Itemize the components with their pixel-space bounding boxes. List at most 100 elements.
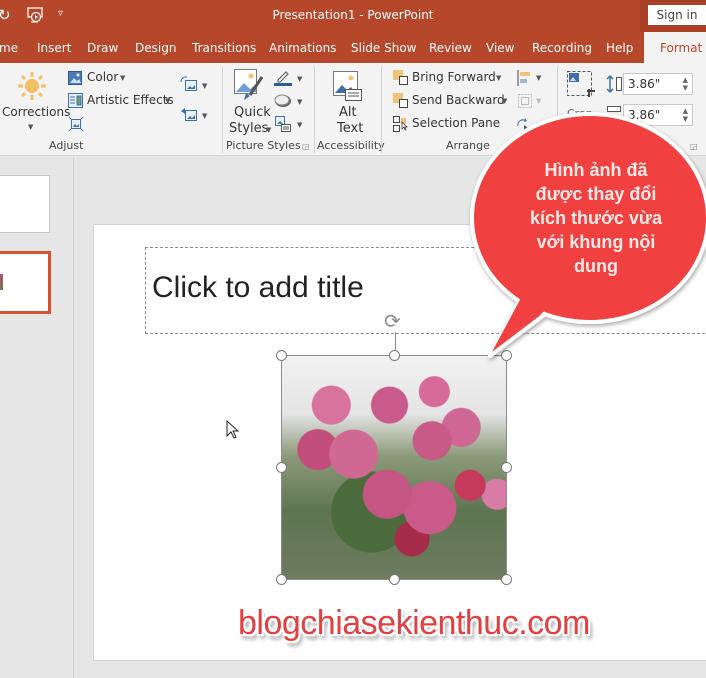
- tab-insert[interactable]: Insert: [37, 41, 71, 55]
- compress-pictures-icon[interactable]: [68, 116, 84, 136]
- resize-handle-bottom-left[interactable]: [276, 574, 287, 585]
- sign-in-button[interactable]: Sign in: [648, 5, 706, 25]
- tab-animations[interactable]: Animations: [269, 41, 336, 55]
- artistic-effects-button[interactable]: Artistic Effects: [87, 93, 174, 107]
- artistic-effects-icon: [68, 93, 83, 112]
- shape-width-icon: [605, 105, 623, 124]
- quick-styles-icon: [234, 69, 264, 105]
- title-bar: ↻ ▿ Presentation1 - PowerPoint Sign in: [0, 0, 706, 32]
- mouse-pointer-icon: [226, 419, 240, 444]
- send-backward-icon: [393, 93, 409, 113]
- color-button[interactable]: Color: [87, 70, 118, 84]
- selection-pane-icon: [393, 116, 409, 136]
- alt-text-icon[interactable]: [333, 71, 363, 107]
- tab-view[interactable]: View: [486, 41, 514, 55]
- tab-format[interactable]: Format: [644, 32, 706, 63]
- corrections-button[interactable]: Corrections: [2, 105, 70, 119]
- shape-height-value: 3.86": [628, 77, 661, 91]
- accessibility-group-label: Accessibility: [317, 139, 385, 152]
- shape-width-spinner[interactable]: ▲ ▼: [683, 107, 688, 123]
- ribbon: Corrections ▼ Color ▼ Artistic Effects ▼…: [0, 63, 706, 156]
- picture-border-dropdown-icon[interactable]: ▼: [297, 75, 302, 83]
- callout-line: Hình ảnh đã: [544, 160, 648, 180]
- resize-handle-bottom-right[interactable]: [501, 574, 512, 585]
- bring-forward-icon: [393, 70, 409, 90]
- slide-thumbnails-pane: [0, 157, 74, 678]
- tab-recording[interactable]: Recording: [532, 41, 592, 55]
- shape-width-value: 3.86": [628, 108, 661, 122]
- quick-styles-button[interactable]: Styles: [229, 121, 268, 136]
- tab-help[interactable]: Help: [606, 41, 633, 55]
- quick-styles-dropdown-icon[interactable]: ▼: [266, 126, 271, 134]
- quick-styles-label-1[interactable]: Quick: [234, 105, 271, 120]
- picture-effects-dropdown-icon[interactable]: ▼: [297, 98, 302, 106]
- resize-handle-top-right[interactable]: [501, 350, 512, 361]
- tab-review[interactable]: Review: [429, 41, 472, 55]
- alt-text-label-1[interactable]: Alt: [339, 105, 357, 120]
- callout-line: được thay đổi: [535, 184, 657, 204]
- resize-handle-top[interactable]: [389, 350, 400, 361]
- send-backward-dropdown-icon[interactable]: ▼: [502, 97, 507, 105]
- group-objects-dropdown-icon[interactable]: ▼: [536, 97, 541, 105]
- callout-line: với khung nội: [536, 232, 656, 252]
- crop-icon[interactable]: [567, 71, 597, 105]
- watermark: blogchiasekienthuc.com: [238, 604, 590, 642]
- slide-thumbnail-1[interactable]: [0, 175, 50, 233]
- picture-border-icon[interactable]: [274, 69, 292, 91]
- rotation-handle-icon[interactable]: ⟳: [384, 311, 401, 331]
- shape-height-input[interactable]: 3.86" ▲ ▼: [623, 73, 693, 95]
- send-backward-button[interactable]: Send Backward: [412, 93, 505, 107]
- ribbon-tabs: me Insert Draw Design Transitions Animat…: [0, 32, 706, 63]
- tab-home[interactable]: me: [0, 41, 18, 55]
- group-objects-icon[interactable]: [517, 93, 533, 113]
- align-icon[interactable]: [517, 70, 533, 90]
- callout-line: dung: [574, 256, 618, 276]
- crop-button[interactable]: Crop: [567, 107, 593, 120]
- tab-draw[interactable]: Draw: [87, 41, 118, 55]
- tab-slide-show[interactable]: Slide Show: [351, 41, 416, 55]
- resize-handle-top-left[interactable]: [276, 350, 287, 361]
- shape-width-input[interactable]: 3.86" ▲ ▼: [623, 104, 693, 126]
- size-dialog-launcher-icon[interactable]: ◲: [690, 142, 698, 151]
- change-picture-icon[interactable]: [180, 76, 198, 96]
- callout-text: Hình ảnh đã được thay đổi kích thước vừa…: [498, 158, 694, 278]
- powerpoint-window: ↻ ▿ Presentation1 - PowerPoint Sign in m…: [0, 0, 706, 678]
- picture-layout-icon[interactable]: [274, 115, 292, 137]
- picture-styles-group-label: Picture Styles: [226, 139, 301, 152]
- rotate-objects-icon[interactable]: [516, 116, 530, 135]
- reset-picture-icon[interactable]: [180, 106, 198, 126]
- picture-styles-dialog-launcher-icon[interactable]: ◲: [302, 142, 310, 151]
- corrections-dropdown-icon[interactable]: ▼: [28, 123, 33, 131]
- adjust-group-label: Adjust: [49, 139, 84, 152]
- callout-line: kích thước vừa: [530, 208, 662, 228]
- group-separator: [314, 67, 315, 153]
- shape-height-spinner[interactable]: ▲ ▼: [683, 76, 688, 92]
- rose-picture[interactable]: [281, 355, 507, 580]
- change-picture-dropdown-icon[interactable]: ▼: [202, 82, 207, 90]
- reset-picture-dropdown-icon[interactable]: ▼: [202, 112, 207, 120]
- resize-handle-bottom[interactable]: [389, 574, 400, 585]
- resize-handle-right[interactable]: [501, 462, 512, 473]
- resize-handle-left[interactable]: [276, 462, 287, 473]
- corrections-icon[interactable]: [17, 71, 47, 105]
- window-title: Presentation1 - PowerPoint: [272, 8, 434, 22]
- slide-thumbnail-2-selected[interactable]: [0, 251, 51, 314]
- thumbnail-picture-preview: [0, 274, 3, 290]
- group-separator: [557, 67, 558, 153]
- shape-height-icon: [605, 74, 623, 97]
- picture-effects-icon[interactable]: [274, 93, 292, 113]
- color-dropdown-icon[interactable]: ▼: [120, 74, 125, 82]
- group-separator: [222, 67, 223, 153]
- arrange-group-label: Arrange: [446, 139, 490, 152]
- tab-design[interactable]: Design: [135, 41, 176, 55]
- align-dropdown-icon[interactable]: ▼: [536, 74, 541, 82]
- bring-forward-dropdown-icon[interactable]: ▼: [496, 74, 501, 82]
- selection-pane-button[interactable]: Selection Pane: [412, 116, 500, 130]
- picture-layout-dropdown-icon[interactable]: ▼: [297, 121, 302, 129]
- tab-transitions[interactable]: Transitions: [192, 41, 256, 55]
- title-placeholder-text[interactable]: Click to add title: [152, 271, 364, 305]
- group-separator: [381, 67, 382, 153]
- artistic-effects-dropdown-icon[interactable]: ▼: [165, 97, 170, 105]
- alt-text-button[interactable]: Text: [337, 121, 363, 136]
- bring-forward-button[interactable]: Bring Forward: [412, 70, 496, 84]
